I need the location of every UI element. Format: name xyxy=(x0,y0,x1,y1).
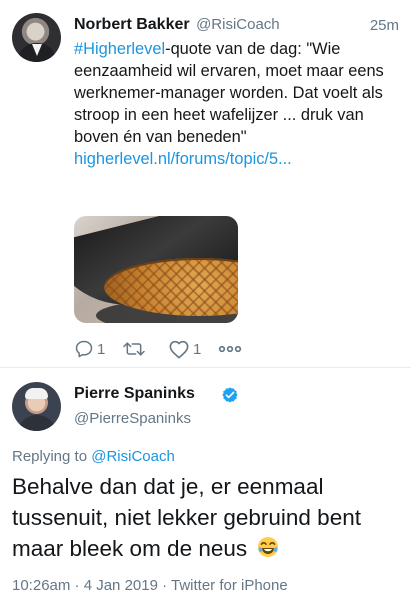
more-icon xyxy=(218,345,242,353)
tweet-time-1[interactable]: 25m xyxy=(370,17,399,34)
author-avatar-2[interactable] xyxy=(12,382,61,431)
reply-icon xyxy=(75,340,93,358)
author-avatar-1[interactable] xyxy=(12,13,61,62)
tweet-2-text: Behalve dan dat je, er eenmaal tussenuit… xyxy=(12,471,397,564)
like-count: 1 xyxy=(193,340,202,358)
tweet-card-1[interactable]: Norbert Bakker @RisiCoach 25m #Higherlev… xyxy=(0,0,411,368)
replying-to-line: Replying to @RisiCoach xyxy=(12,448,175,465)
laughing-tears-emoji xyxy=(258,537,279,557)
tweet-card-2[interactable]: Pierre Spaninks @PierreSpaninks Replying… xyxy=(0,368,411,606)
replying-to-label: Replying to xyxy=(12,448,92,465)
external-link[interactable]: higherlevel.nl/forums/topic/5... xyxy=(74,150,292,168)
tweet-1-photo[interactable] xyxy=(74,216,238,323)
avatar-hair xyxy=(25,388,48,399)
tweet-2-body: Behalve dan dat je, er eenmaal tussenuit… xyxy=(12,474,361,561)
retweet-button[interactable] xyxy=(122,338,146,360)
tweet-1-actions: 1 1 xyxy=(74,338,274,360)
reply-count: 1 xyxy=(97,340,106,358)
tweet-2-metadata: 10:26am · 4 Jan 2019 · Twitter for iPhon… xyxy=(12,577,288,594)
replying-to-user-link[interactable]: @RisiCoach xyxy=(91,448,175,465)
author-handle-1[interactable]: @RisiCoach xyxy=(196,16,280,33)
author-handle-2[interactable]: @PierreSpaninks xyxy=(74,410,191,427)
tweet-1-header: Norbert Bakker @RisiCoach 25m xyxy=(74,16,399,38)
reply-button[interactable]: 1 xyxy=(74,338,105,360)
author-name-2[interactable]: Pierre Spaninks xyxy=(74,385,195,403)
avatar-body xyxy=(17,415,57,431)
like-button[interactable]: 1 xyxy=(168,338,201,360)
more-options-button[interactable] xyxy=(218,338,242,360)
verified-badge-icon xyxy=(222,387,238,403)
heart-icon xyxy=(169,340,189,359)
hashtag-link[interactable]: #Higherlevel xyxy=(74,40,165,58)
tweet-1-text: #Higherlevel-quote van de dag: "Wie eenz… xyxy=(74,38,400,170)
retweet-icon xyxy=(123,342,145,356)
author-name-1[interactable]: Norbert Bakker xyxy=(74,16,190,33)
